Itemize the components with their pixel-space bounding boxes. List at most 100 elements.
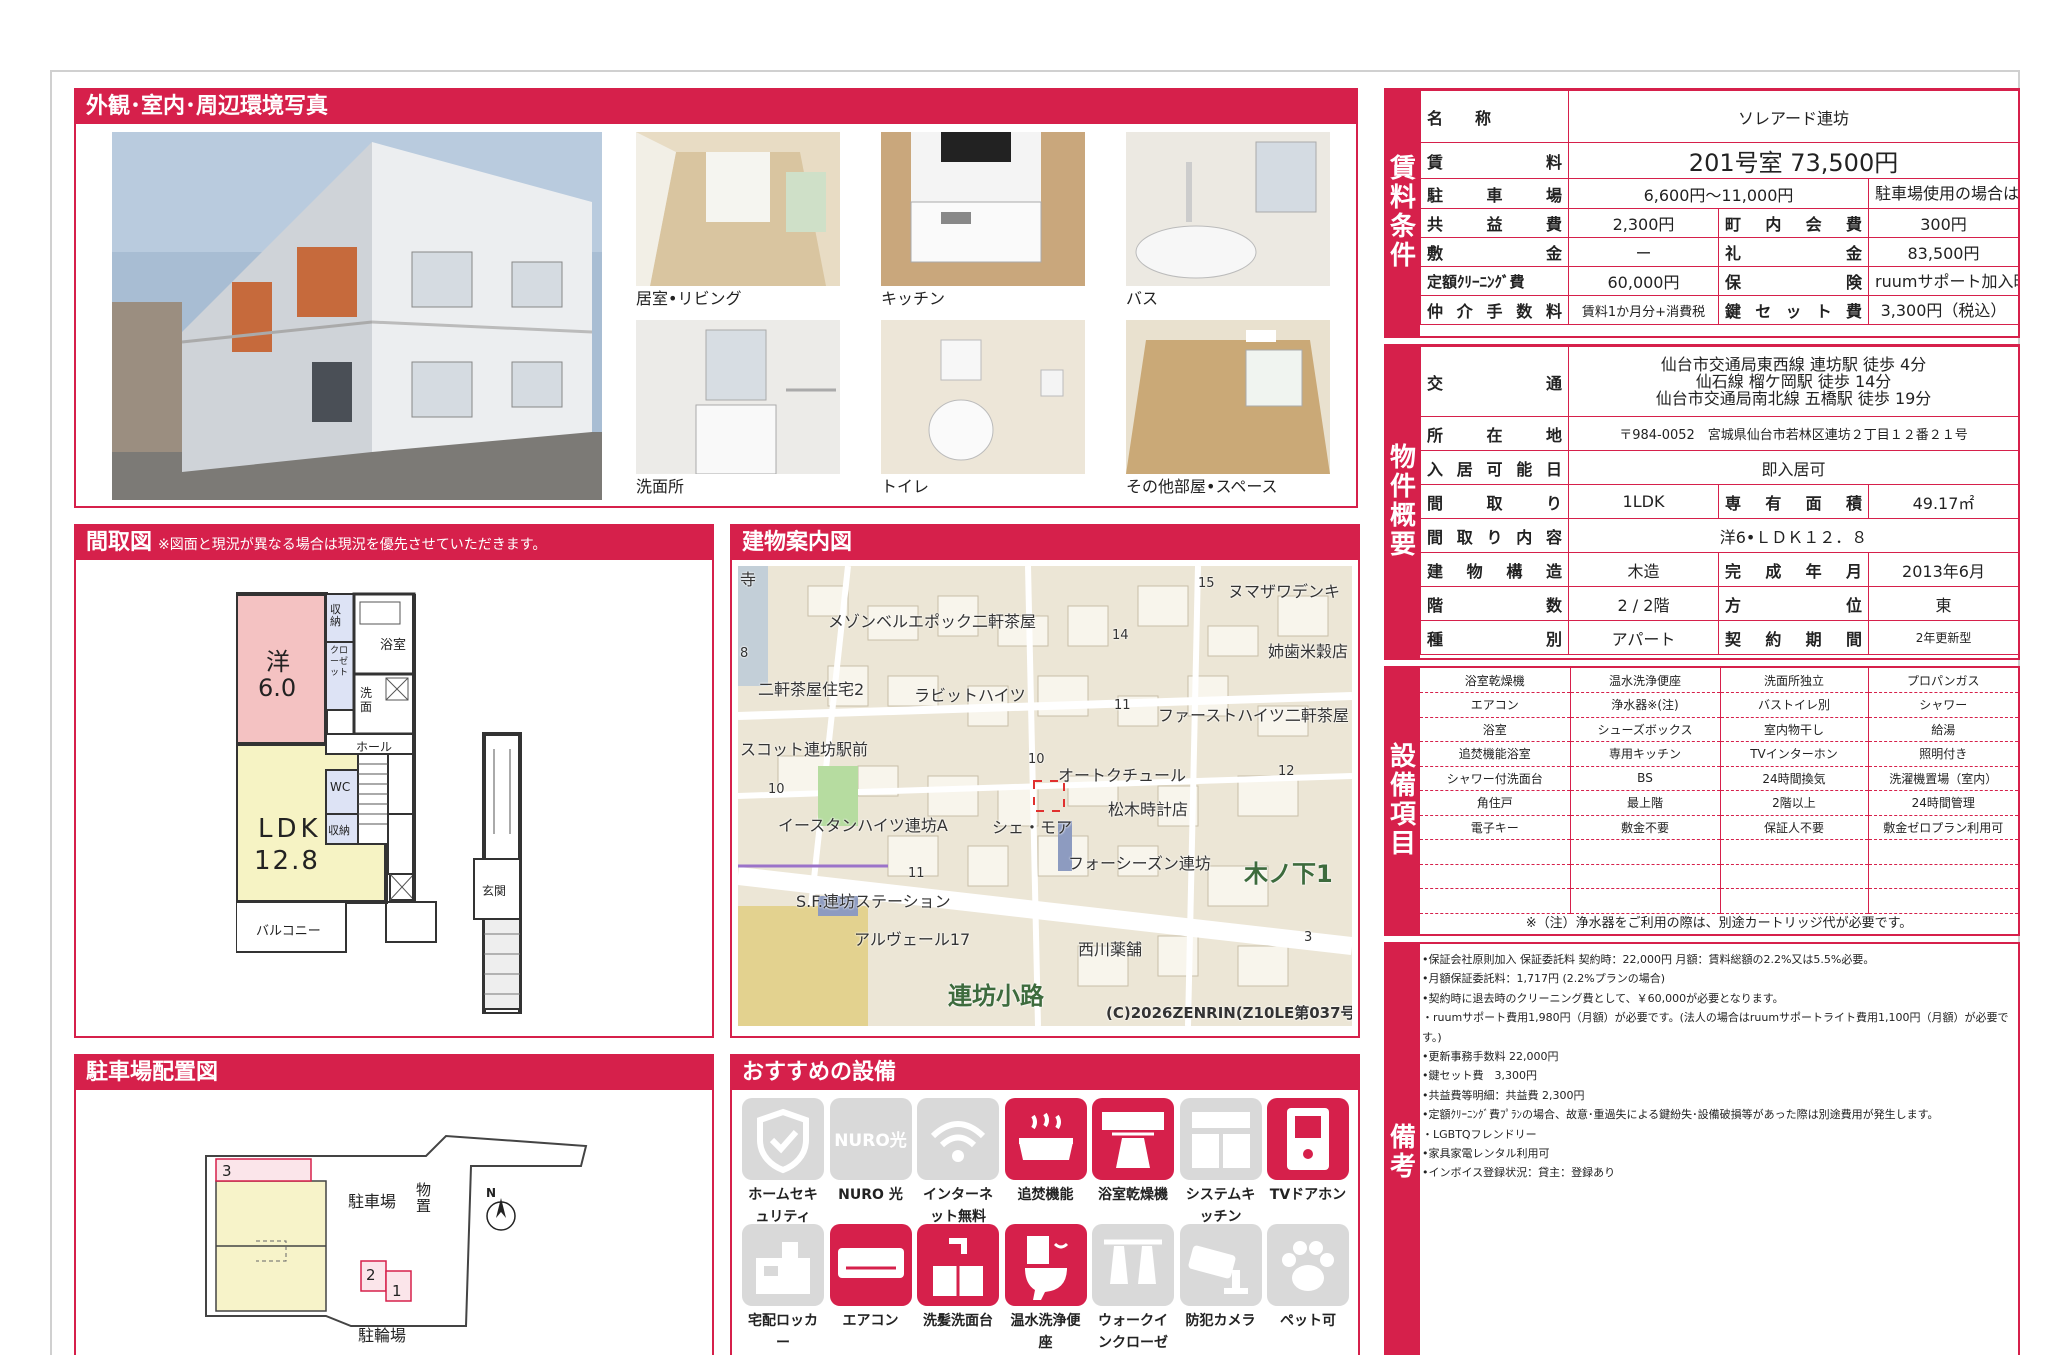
room-wc-label: WC bbox=[330, 780, 351, 794]
property-overview: 物 件 概 要 交通 仙台市交通局東西線 連坊駅 徒歩 4分 仙石線 榴ケ岡駅 … bbox=[1384, 344, 2020, 660]
remark-line: •契約時に退去時のクリーニング費として、￥60,000が必要となります。 bbox=[1422, 991, 1784, 1005]
remark-line: •共益費等明細：共益費 2,300円 bbox=[1422, 1088, 1585, 1102]
map-block-number: 11 bbox=[908, 866, 925, 881]
address: 〒984-0052 宮城県仙台市若林区連坊２丁目１２番２１号 bbox=[1567, 416, 2020, 451]
keyset-label: 鍵セット費 bbox=[1718, 295, 1869, 325]
facility-item bbox=[1570, 839, 1721, 865]
name-label: 名 称 bbox=[1420, 90, 1569, 143]
paw-icon bbox=[1267, 1224, 1349, 1306]
town-fee: 300円 bbox=[1867, 208, 2020, 238]
map-label: ファーストハイツ二軒茶屋 bbox=[1158, 706, 1349, 725]
map-label: スコット連坊駅前 bbox=[740, 740, 869, 759]
structure-label: 建物構造 bbox=[1420, 552, 1569, 587]
parking-diagram[interactable]: 駐車場 物置 駐輪場 N 3 2 1 bbox=[196, 1126, 596, 1346]
room-storage2-label: 収納 bbox=[328, 824, 350, 837]
map-label: アルヴェール17 bbox=[854, 930, 971, 949]
side-char: 考 bbox=[1389, 1152, 1416, 1182]
rent-table: 名 称 ソレアード連坊 賃料 201号室 73,500円 駐車場 6,600円～… bbox=[1420, 90, 2020, 325]
rent-conditions: 賃 料 条 件 名 称 ソレアード連坊 賃料 201号室 73,500円 駐車場… bbox=[1384, 88, 2020, 338]
map-label: シェ・モア bbox=[992, 818, 1073, 837]
other-room-photo[interactable] bbox=[1126, 320, 1330, 474]
parking-spot-1: 1 bbox=[392, 1282, 402, 1300]
parking-fee-note: 駐車場使用の場合は、別途手数料（駐車料+消費税）が必要です。 bbox=[1867, 178, 2020, 209]
nuro-mark: NURO光 bbox=[834, 1131, 907, 1151]
facility-row bbox=[1420, 839, 2018, 865]
facility-item: 給湯 bbox=[1868, 717, 2018, 742]
washroom-photo[interactable] bbox=[636, 320, 840, 474]
brokerage-fee: 賃料1か月分+消費税 bbox=[1568, 295, 1719, 325]
facility-item: BS bbox=[1570, 766, 1721, 791]
layout: 1LDK bbox=[1568, 484, 1719, 519]
remark-line: •インボイス登録状況：貸主：登録あり bbox=[1422, 1166, 1616, 1180]
map-label: 西川薬舗 bbox=[1078, 940, 1143, 959]
equipment-label: 追焚機能 bbox=[1017, 1187, 1074, 1203]
parking-header: 駐車場配置図 bbox=[76, 1056, 712, 1090]
access-info: 仙台市交通局東西線 連坊駅 徒歩 4分 仙石線 榴ケ岡駅 徒歩 14分 仙台市交… bbox=[1567, 346, 2020, 417]
remark-line: ・LGBTQフレンドリー bbox=[1422, 1127, 1537, 1141]
keyset-fee: 3,300円（税込） bbox=[1867, 295, 2020, 325]
cleaning-fee: 60,000円 bbox=[1568, 266, 1719, 296]
property-name: ソレアード連坊 bbox=[1567, 90, 2020, 143]
equipment-item: システムキッチン bbox=[1179, 1098, 1262, 1228]
equipment-item: ペット可 bbox=[1267, 1224, 1349, 1332]
map-block-number: 12 bbox=[1278, 764, 1295, 779]
shield-icon bbox=[742, 1098, 824, 1180]
facility-item bbox=[1868, 864, 2018, 889]
facility-row bbox=[1420, 864, 2018, 889]
bike-parking-label: 駐輪場 bbox=[358, 1326, 407, 1345]
side-char: 料 bbox=[1389, 183, 1416, 213]
facility-item: シューズボックス bbox=[1570, 717, 1721, 742]
facilities: 設 備 項 目 浴室乾燥機 温水洗浄便座 洗面所独立 プロパンガス エアコン 浄水器※(注… bbox=[1384, 666, 2020, 936]
toilet-photo[interactable] bbox=[881, 320, 1085, 474]
equipment-label: 洗髪洗面台 bbox=[923, 1313, 993, 1329]
facility-item: 2階以上 bbox=[1720, 790, 1869, 816]
room-western-size: 6.0 bbox=[258, 674, 297, 702]
side-char: 件 bbox=[1389, 241, 1416, 271]
bath-photo[interactable] bbox=[1126, 132, 1330, 286]
equipment-item: ウォークインクローゼット bbox=[1092, 1224, 1174, 1355]
deposit-label: 敷金 bbox=[1420, 237, 1569, 267]
aircon-icon bbox=[829, 1224, 912, 1306]
facility-item: TVインターホン bbox=[1720, 741, 1869, 767]
map-label: 寺 bbox=[740, 570, 757, 589]
facility-item: 室内物干し bbox=[1720, 717, 1869, 742]
side-char: 概 bbox=[1389, 501, 1416, 531]
movein: 即入居可 bbox=[1567, 450, 2020, 485]
living-room-photo[interactable] bbox=[636, 132, 840, 286]
wifi-icon bbox=[917, 1098, 999, 1180]
kitchen-photo[interactable] bbox=[881, 132, 1085, 286]
facility-row: 電子キー 敷金不要 保証人不要 敷金ゼロプラン利用可 bbox=[1420, 815, 2018, 840]
locker-icon bbox=[742, 1224, 824, 1306]
equipment-item: 追焚機能 bbox=[1004, 1098, 1087, 1206]
map-block-number: 14 bbox=[1112, 628, 1129, 643]
parking-label: 駐車場 bbox=[348, 1192, 397, 1211]
facility-item bbox=[1868, 839, 2018, 865]
map-label: 松木時計店 bbox=[1108, 800, 1189, 819]
equipment-panel: おすすめの設備 ホームセキュリティ NURO光 NURO 光 インターネット無料 追焚機… bbox=[730, 1054, 1360, 1355]
exterior-photo[interactable] bbox=[112, 132, 602, 500]
property-table: 交通 仙台市交通局東西線 連坊駅 徒歩 4分 仙石線 榴ケ岡駅 徒歩 14分 仙… bbox=[1420, 346, 2020, 655]
remark-line: •家具家電レンタル利用可 bbox=[1422, 1147, 1550, 1161]
map-label: 二軒茶屋住宅2 bbox=[758, 680, 865, 699]
washbasin-icon bbox=[917, 1224, 999, 1306]
type: アパート bbox=[1568, 620, 1719, 655]
room-balcony-label: バルコニー bbox=[256, 924, 321, 939]
thumb-label-toilet: トイレ bbox=[881, 477, 930, 496]
equipment-item: 浴室乾燥機 bbox=[1092, 1098, 1174, 1206]
access-line: 仙台市交通局東西線 連坊駅 徒歩 4分 bbox=[1660, 355, 1927, 374]
contract: 2年更新型 bbox=[1867, 620, 2020, 655]
facility-item: 浄水器※(注) bbox=[1570, 692, 1721, 718]
insurance-label: 保険 bbox=[1718, 266, 1869, 296]
access-label: 交通 bbox=[1420, 346, 1569, 417]
map-label: 姉歯米穀店 bbox=[1268, 642, 1349, 661]
facility-item bbox=[1570, 864, 1721, 889]
map-label: ヌマザワデンキ bbox=[1228, 582, 1341, 601]
facility-item bbox=[1720, 864, 1869, 889]
access-line: 仙台市交通局南北線 五橋駅 徒歩 19分 bbox=[1655, 389, 1932, 408]
facility-item bbox=[1420, 864, 1571, 889]
area-map[interactable]: 寺 ヌマザワデンキ メゾンベルエポック二軒茶屋 姉歯米穀店 二軒茶屋住宅2 ラビ… bbox=[738, 566, 1352, 1026]
equipment-item: 宅配ロッカー bbox=[742, 1224, 824, 1354]
area-label: 専有面積 bbox=[1718, 484, 1869, 519]
toilet-icon bbox=[1004, 1224, 1087, 1306]
floorplan-drawing[interactable]: 洋 6.0 LDK 12.8 収納 クローゼット 浴室 洗面 ホール WC 収納… bbox=[234, 574, 636, 1016]
